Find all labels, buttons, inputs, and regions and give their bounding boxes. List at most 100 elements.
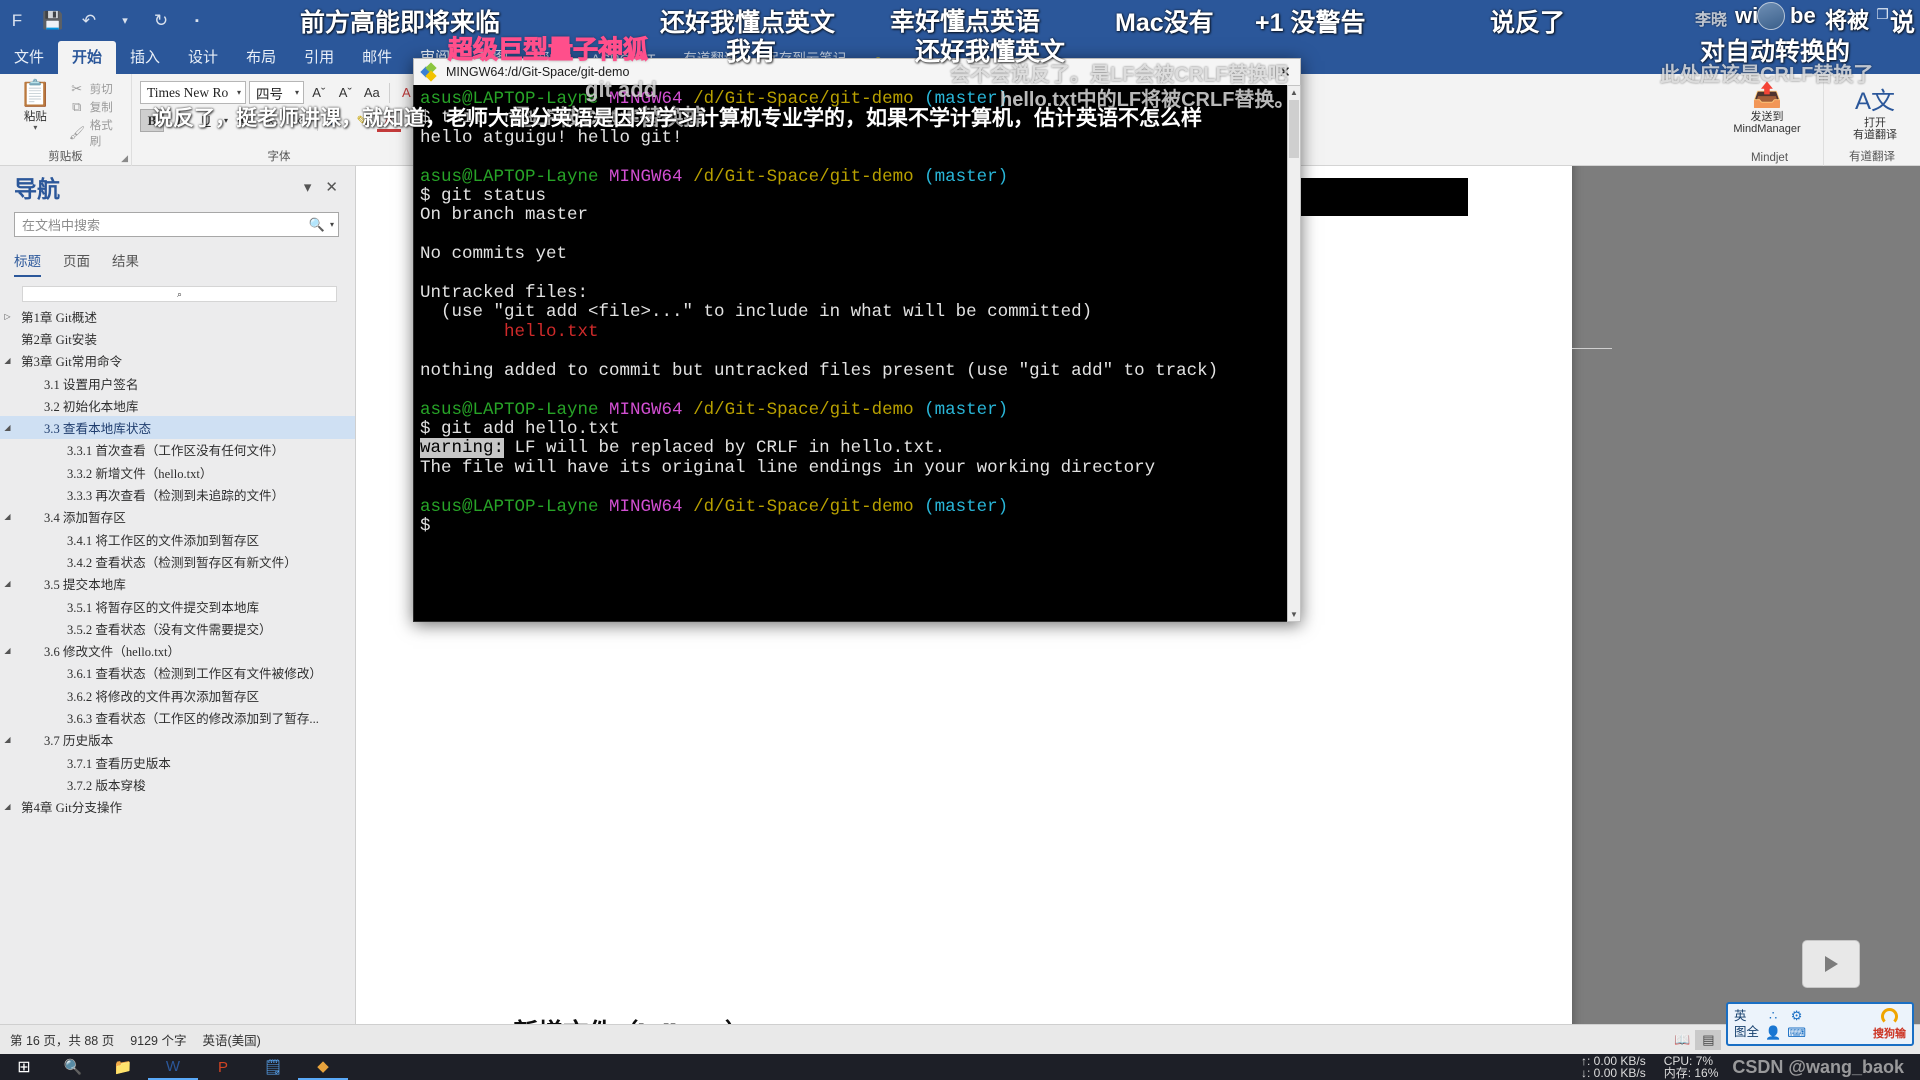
nav-item-13[interactable]: 3.5.1 将暂存区的文件提交到本地库 — [0, 595, 355, 617]
page-indicator[interactable]: 第 16 页，共 88 页 — [8, 1030, 128, 1049]
nav-item-14[interactable]: 3.5.2 查看状态（没有文件需要提交） — [0, 617, 355, 639]
git-bash-scrollbar[interactable]: ▲ ▼ — [1287, 85, 1301, 622]
expand-collapse-icon[interactable] — [0, 646, 15, 655]
navigation-tab-0[interactable]: 标题 — [14, 250, 41, 277]
navigation-tab-2[interactable]: 结果 — [112, 250, 139, 277]
ime-mode-label[interactable]: 图全 — [1734, 1024, 1759, 1040]
ribbon-tab-1[interactable]: 开始 — [58, 41, 117, 74]
font-name-caret-icon[interactable]: ▾ — [231, 88, 241, 97]
undo-icon[interactable]: ↶ — [78, 10, 100, 32]
format-painter-button[interactable]: 🖌 格式刷 — [69, 117, 123, 149]
restore-icon[interactable]: ❐ — [1876, 6, 1889, 26]
nav-item-16[interactable]: 3.6.1 查看状态（检测到工作区有文件被修改） — [0, 662, 355, 684]
open-youdao-button[interactable]: A文 打开 有道翻译 — [1832, 78, 1918, 141]
nav-item-6[interactable]: 3.3.1 首次查看（工作区没有任何文件） — [0, 439, 355, 461]
nav-item-21[interactable]: 3.7.2 版本穿梭 — [0, 773, 355, 795]
save-icon[interactable]: 💾 — [42, 10, 64, 32]
close-icon[interactable]: ✕ — [318, 178, 345, 196]
nav-item-7[interactable]: 3.3.2 新增文件（hello.txt） — [0, 461, 355, 483]
nav-item-10[interactable]: 3.4.1 将工作区的文件添加到暂存区 — [0, 528, 355, 550]
autosave-icon[interactable]: F — [6, 10, 28, 32]
search-button[interactable]: 🔍 — [48, 1054, 98, 1080]
ime-dots-icon[interactable]: ∴ — [1769, 1008, 1777, 1024]
nav-item-17[interactable]: 3.6.2 将修改的文件再次添加暂存区 — [0, 684, 355, 706]
undo-dropdown-icon[interactable]: ▾ — [114, 10, 136, 32]
ribbon-tab-3[interactable]: 设计 — [174, 41, 232, 74]
navigation-tab-1[interactable]: 页面 — [63, 250, 90, 277]
ime-lang-label[interactable]: 英 — [1734, 1008, 1759, 1024]
ribbon-tab-0[interactable]: 文件 — [0, 41, 58, 74]
clipboard-dialog-launcher-icon[interactable]: ◢ — [121, 153, 128, 164]
nav-item-11[interactable]: 3.4.2 查看状态（检测到暂存区有新文件） — [0, 550, 355, 572]
strikethrough-button[interactable]: abc — [234, 109, 258, 132]
expand-collapse-icon[interactable] — [0, 312, 15, 321]
nav-item-19[interactable]: 3.7 历史版本 — [0, 729, 355, 751]
navigation-search-input[interactable]: 在文档中搜索 🔍 ▾ — [14, 212, 339, 237]
git-bash-button[interactable]: ◆ — [298, 1054, 348, 1080]
superscript-button[interactable]: x² — [288, 109, 312, 132]
text-effects-button[interactable]: A — [323, 109, 347, 132]
change-case-icon[interactable]: Aa — [360, 81, 384, 104]
nav-item-1[interactable]: 第2章 Git安装 — [0, 327, 355, 349]
read-mode-icon[interactable]: 📖 — [1669, 1030, 1695, 1050]
bold-button[interactable]: B — [140, 109, 164, 132]
ime-settings-icon[interactable]: ⚙ — [1791, 1008, 1803, 1024]
paste-button[interactable]: 📋 粘贴 ▾ — [8, 78, 63, 132]
font-size-caret-icon[interactable]: ▾ — [289, 88, 299, 97]
nav-item-9[interactable]: 3.4 添加暂存区 — [0, 506, 355, 528]
qat-more-icon[interactable]: ▪ — [186, 10, 208, 32]
ribbon-tab-6[interactable]: 邮件 — [348, 41, 406, 74]
scrollbar-thumb[interactable] — [1289, 100, 1299, 158]
subscript-button[interactable]: x₂ — [261, 109, 285, 132]
ime-keyboard-icon[interactable]: ⌨ — [1787, 1025, 1806, 1041]
nav-item-5[interactable]: 3.3 查看本地库状态 — [0, 416, 355, 439]
scroll-down-icon[interactable]: ▼ — [1288, 608, 1300, 621]
expand-collapse-icon[interactable] — [0, 735, 15, 744]
expand-collapse-icon[interactable] — [0, 802, 15, 811]
nav-item-18[interactable]: 3.6.3 查看状态（工作区的修改添加到了暂存... — [0, 706, 355, 728]
nav-item-3[interactable]: 3.1 设置用户签名 — [0, 372, 355, 394]
expand-collapse-icon[interactable] — [0, 423, 15, 432]
ribbon-tab-5[interactable]: 引用 — [290, 41, 348, 74]
nav-item-0[interactable]: 第1章 Git概述 — [0, 305, 355, 327]
git-bash-output-area[interactable]: asus@LAPTOP-Layne MINGW64 /d/Git-Space/g… — [413, 85, 1301, 622]
file-explorer-button[interactable]: 📁 — [98, 1054, 148, 1080]
underline-button[interactable]: U — [194, 109, 218, 132]
grow-font-icon[interactable]: Aˇ — [307, 81, 331, 104]
nav-item-22[interactable]: 第4章 Git分支操作 — [0, 796, 355, 818]
powerpoint-button[interactable]: P — [198, 1054, 248, 1080]
git-bash-title-bar[interactable]: MINGW64:/d/Git-Space/git-demo ✕ — [413, 58, 1301, 85]
word-count[interactable]: 9129 个字 — [128, 1030, 200, 1049]
notes-button[interactable]: 🗒 — [248, 1054, 298, 1080]
nav-item-15[interactable]: 3.6 修改文件（hello.txt） — [0, 639, 355, 661]
search-icon[interactable]: 🔍 — [309, 217, 325, 233]
copy-button[interactable]: ⧉ 复制 — [69, 99, 123, 115]
video-play-bubble[interactable] — [1802, 940, 1860, 988]
nav-item-20[interactable]: 3.7.1 查看历史版本 — [0, 751, 355, 773]
navigation-heading-highlight-row[interactable]: ⌕ — [22, 286, 337, 302]
language-indicator[interactable]: 英语(美国) — [200, 1030, 274, 1049]
ime-user-icon[interactable]: 👤 — [1765, 1025, 1781, 1041]
send-to-mindmanager-button[interactable]: 📤 发送到 MindManager — [1724, 78, 1810, 135]
italic-button[interactable]: I — [167, 109, 191, 132]
cut-button[interactable]: ✂ 剪切 — [69, 81, 123, 97]
git-bash-window[interactable]: MINGW64:/d/Git-Space/git-demo ✕ asus@LAP… — [413, 58, 1301, 622]
font-name-box[interactable]: Times New Ro ▾ — [140, 81, 246, 104]
nav-item-8[interactable]: 3.3.3 再次查看（检测到未追踪的文件） — [0, 483, 355, 505]
search-options-caret-icon[interactable]: ▾ — [325, 220, 334, 229]
redo-icon[interactable]: ↻ — [150, 10, 172, 32]
ribbon-tab-2[interactable]: 插入 — [116, 41, 174, 74]
ribbon-tab-4[interactable]: 布局 — [232, 41, 290, 74]
expand-collapse-icon[interactable] — [0, 579, 15, 588]
underline-caret-icon[interactable]: ▾ — [221, 109, 231, 132]
word-button[interactable]: W — [148, 1054, 198, 1080]
font-size-box[interactable]: 四号 ▾ — [248, 81, 305, 104]
chevron-down-icon[interactable]: ▾ — [297, 178, 319, 196]
expand-collapse-icon[interactable] — [0, 512, 15, 521]
paste-caret-icon[interactable]: ▾ — [33, 124, 37, 132]
nav-item-4[interactable]: 3.2 初始化本地库 — [0, 394, 355, 416]
minimize-icon[interactable]: − — [1852, 6, 1860, 26]
print-layout-icon[interactable]: ▤ — [1695, 1029, 1722, 1050]
expand-collapse-icon[interactable] — [0, 356, 15, 365]
ime-indicator[interactable]: 英 图全 ∴ 👤 ⚙ ⌨ 搜狗输 — [1726, 1002, 1914, 1046]
